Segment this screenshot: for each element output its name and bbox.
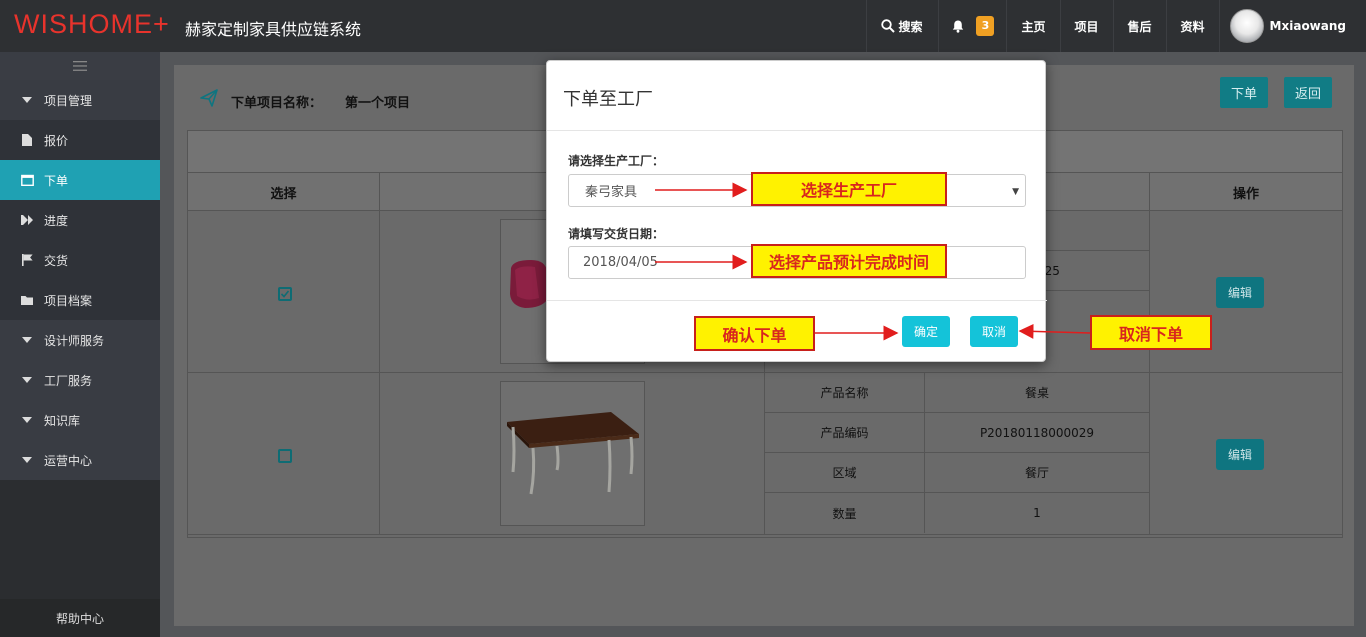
- info-cell: 产品名称 餐桌 产品编码 P20180118000029 区域 餐厅 数量 1: [765, 373, 1150, 534]
- caret-down-icon: ▼: [1012, 187, 1019, 197]
- user-menu[interactable]: Mxiaowang: [1218, 0, 1366, 52]
- top-bar: WISHOME+ 赫家定制家具供应链系统 搜索 3 主页 项目 售后 资料 Mx…: [0, 0, 1366, 52]
- dialog-title: 下单至工厂: [547, 61, 1045, 131]
- sidebar-item-label: 设计师服务: [44, 333, 105, 348]
- caret-down-icon: [20, 373, 34, 387]
- sidebar-item-delivery[interactable]: 交货: [0, 240, 160, 280]
- caret-down-icon: [20, 333, 34, 347]
- system-title: 赫家定制家具供应链系统: [185, 20, 362, 39]
- sidebar-item-label: 工厂服务: [44, 373, 93, 388]
- file-icon: [20, 133, 34, 147]
- project-name: 第一个项目: [345, 96, 411, 111]
- sidebar-item-label: 报价: [44, 133, 69, 148]
- info-row: 区域 餐厅: [765, 453, 1149, 493]
- column-header-action: 操作: [1232, 186, 1259, 202]
- sidebar-item-factory-service[interactable]: 工厂服务: [0, 360, 160, 400]
- sidebar: 项目管理 报价 下单 进度 交货 项目档案 设计师服务 工厂服务 知识库 运营中…: [0, 52, 160, 637]
- sidebar-item-project-management[interactable]: 项目管理: [0, 80, 160, 120]
- factory-select-value: 秦弓家具: [585, 185, 638, 200]
- callout-cancel-order: 取消下单: [1090, 315, 1212, 350]
- dining-table-image: [507, 412, 639, 495]
- sidebar-item-archive[interactable]: 项目档案: [0, 280, 160, 320]
- search-icon: [881, 19, 896, 33]
- info-row: 产品名称 餐桌: [765, 373, 1149, 413]
- menu-toggle-button[interactable]: [0, 52, 160, 80]
- edit-button[interactable]: 编辑: [1216, 277, 1264, 308]
- hamburger-icon: [73, 61, 87, 71]
- select-cell: [188, 211, 380, 372]
- nav-materials[interactable]: 资料: [1165, 0, 1219, 52]
- callout-confirm-order: 确认下单: [694, 316, 815, 351]
- row-checkbox-checked[interactable]: [278, 287, 292, 301]
- sidebar-item-progress[interactable]: 进度: [0, 200, 160, 240]
- sidebar-item-knowledge-base[interactable]: 知识库: [0, 400, 160, 440]
- column-header-select: 选择: [188, 173, 380, 211]
- table-row: 产品名称 餐桌 产品编码 P20180118000029 区域 餐厅 数量 1 编辑: [188, 373, 1342, 535]
- sidebar-item-label: 进度: [44, 213, 69, 228]
- info-key: 产品编码: [765, 413, 925, 452]
- info-key: 区域: [765, 453, 925, 492]
- edit-button[interactable]: 编辑: [1216, 439, 1264, 470]
- sidebar-item-label: 项目档案: [44, 293, 93, 308]
- order-button[interactable]: 下单: [1220, 77, 1268, 108]
- notification-badge: 3: [976, 16, 995, 36]
- calendar-icon: [20, 173, 34, 187]
- nav-project[interactable]: 项目: [1059, 0, 1113, 52]
- factory-label: 请选择生产工厂：: [568, 154, 665, 168]
- avatar: [1229, 9, 1264, 43]
- paper-plane-icon: [200, 89, 218, 107]
- back-button[interactable]: 返回: [1284, 77, 1332, 108]
- callout-select-date: 选择产品预计完成时间: [751, 244, 947, 278]
- dialog-footer: [547, 300, 1047, 301]
- bell-icon: [953, 20, 964, 33]
- info-key: 产品名称: [765, 373, 925, 412]
- caret-down-icon: [20, 413, 34, 427]
- info-value: 餐厅: [1024, 466, 1049, 480]
- search-label: 搜索: [898, 19, 923, 34]
- delivery-date-value: 2018/04/05: [583, 255, 658, 270]
- image-cell: [380, 373, 765, 534]
- sidebar-item-operations-center[interactable]: 运营中心: [0, 440, 160, 480]
- search-button[interactable]: 搜索: [866, 0, 938, 52]
- project-name-label: 下单项目名称：: [231, 96, 323, 111]
- info-row: 数量 1: [765, 493, 1149, 533]
- sidebar-item-label: 知识库: [44, 413, 81, 428]
- top-nav: 搜索 3 主页 项目 售后 资料 Mxiaowang: [866, 0, 1366, 52]
- info-row: 产品编码 P20180118000029: [765, 413, 1149, 453]
- sidebar-item-designer-service[interactable]: 设计师服务: [0, 320, 160, 360]
- row-checkbox[interactable]: [278, 449, 292, 463]
- nav-home[interactable]: 主页: [1006, 0, 1059, 52]
- select-cell: [188, 373, 380, 534]
- action-cell: 编辑: [1150, 373, 1342, 534]
- flag-icon: [20, 253, 34, 267]
- confirm-button[interactable]: 确定: [902, 316, 950, 347]
- info-value: 1: [1033, 506, 1041, 520]
- nav-after-sales[interactable]: 售后: [1112, 0, 1166, 52]
- product-image-table: [500, 381, 645, 526]
- info-value: P20180118000029: [979, 425, 1095, 440]
- fast-forward-icon: [20, 213, 34, 227]
- sidebar-item-quote[interactable]: 报价: [0, 120, 160, 160]
- username: Mxiaowang: [1269, 19, 1346, 33]
- sidebar-item-label: 交货: [44, 253, 69, 268]
- help-center-link[interactable]: 帮助中心: [0, 599, 160, 637]
- folder-icon: [20, 293, 34, 307]
- delivery-date-label: 请填写交货日期：: [568, 227, 665, 241]
- logo[interactable]: WISHOME+: [14, 9, 170, 40]
- info-key: 数量: [765, 493, 925, 533]
- checkmark-icon: [280, 290, 290, 298]
- callout-select-factory: 选择生产工厂: [751, 172, 947, 206]
- notifications-button[interactable]: 3: [938, 0, 1006, 52]
- sidebar-item-label: 下单: [44, 173, 69, 188]
- sidebar-item-label: 项目管理: [44, 93, 93, 108]
- sidebar-item-order[interactable]: 下单: [0, 160, 160, 200]
- sidebar-item-label: 运营中心: [44, 453, 93, 468]
- caret-down-icon: [20, 453, 34, 467]
- info-value: 餐桌: [1024, 386, 1049, 400]
- cancel-button[interactable]: 取消: [970, 316, 1018, 347]
- caret-down-icon: [20, 93, 34, 107]
